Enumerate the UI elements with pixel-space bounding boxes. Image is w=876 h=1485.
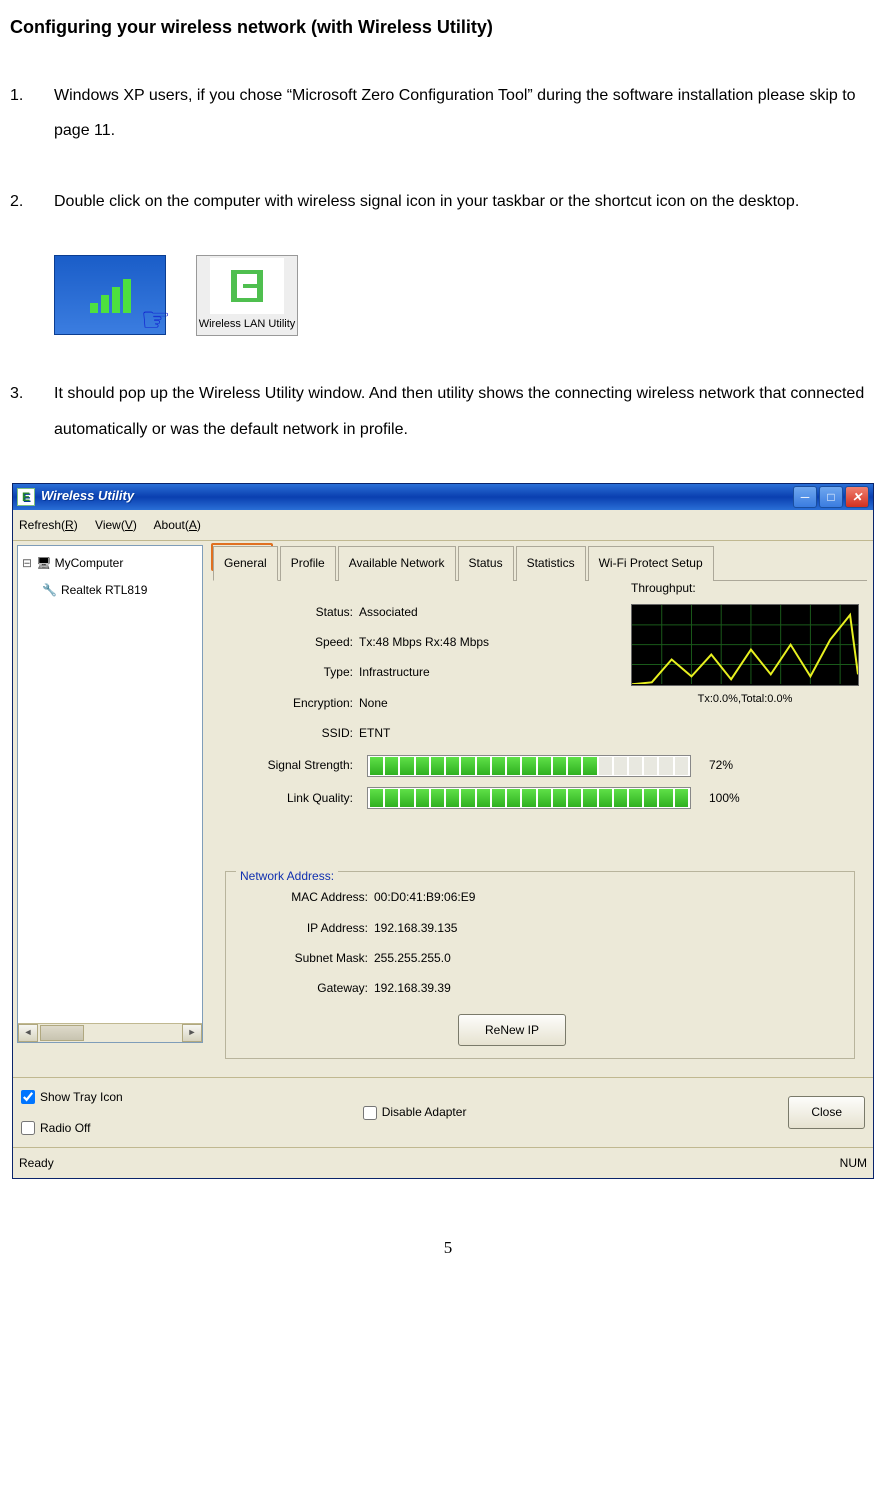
page-number: 5 <box>10 1229 876 1266</box>
speed-value: Tx:48 Mbps Rx:48 Mbps <box>359 629 489 655</box>
window-title: Wireless Utility <box>41 482 134 511</box>
show-tray-icon-checkbox[interactable]: Show Tray Icon <box>21 1084 123 1110</box>
tab-general[interactable]: General <box>213 546 278 580</box>
gateway-value: 192.168.39.39 <box>374 975 451 1001</box>
link-quality-bar <box>367 787 691 809</box>
throughput-label: Throughput: <box>631 575 859 601</box>
link-quality-pct: 100% <box>709 785 740 811</box>
step-1: 1. Windows XP users, if you chose “Micro… <box>10 78 876 148</box>
status-label: Status: <box>225 599 359 625</box>
step-text: Double click on the computer with wirele… <box>54 184 876 219</box>
link-quality-label: Link Quality: <box>225 785 359 811</box>
window-icon: E <box>17 488 35 506</box>
minimize-button[interactable]: ─ <box>793 486 817 508</box>
bottom-options: Show Tray Icon Radio Off Disable Adapter… <box>13 1077 873 1147</box>
step-text: Windows XP users, if you chose “Microsof… <box>54 78 876 148</box>
tab-statistics[interactable]: Statistics <box>516 546 586 580</box>
scroll-left-icon[interactable]: ◄ <box>18 1024 38 1042</box>
tree-scrollbar[interactable]: ◄ ► <box>18 1023 202 1042</box>
taskbar-tray-icon[interactable]: ☞ <box>54 255 166 335</box>
icons-row: ☞ Wireless LAN Utility <box>54 255 876 336</box>
tree-adapter[interactable]: 🔧 Realtek RTL819 <box>20 577 200 603</box>
close-button[interactable]: Close <box>788 1096 865 1128</box>
step-3: 3. It should pop up the Wireless Utility… <box>10 376 876 446</box>
tab-status[interactable]: Status <box>458 546 514 580</box>
general-pane: Status:Associated Speed:Tx:48 Mbps Rx:48… <box>213 587 867 1072</box>
signal-strength-pct: 72% <box>709 752 733 778</box>
throughput-footer: Tx:0.0%,Total:0.0% <box>631 687 859 711</box>
menu-view[interactable]: View(V) <box>95 518 137 532</box>
statusbar-text: Ready <box>19 1150 54 1176</box>
page-heading: Configuring your wireless network (with … <box>10 8 876 48</box>
signal-strength-label: Signal Strength: <box>225 752 359 778</box>
radio-off-checkbox[interactable]: Radio Off <box>21 1115 123 1141</box>
encryption-value: None <box>359 690 388 716</box>
step-number: 1. <box>10 78 54 148</box>
wireless-utility-window: E Wireless Utility ─ □ ✕ Refresh(R) View… <box>12 483 874 1180</box>
step-2: 2. Double click on the computer with wir… <box>10 184 876 219</box>
ip-label: IP Address: <box>238 915 374 941</box>
step-number: 3. <box>10 376 54 446</box>
step-text: It should pop up the Wireless Utility wi… <box>54 376 876 446</box>
window-titlebar[interactable]: E Wireless Utility ─ □ ✕ <box>13 484 873 510</box>
menubar: Refresh(R) View(V) About(A) <box>13 510 873 541</box>
throughput-graph <box>631 604 859 686</box>
ip-value: 192.168.39.135 <box>374 915 457 941</box>
maximize-button[interactable]: □ <box>819 486 843 508</box>
renew-ip-button[interactable]: ReNew IP <box>458 1014 566 1046</box>
mask-label: Subnet Mask: <box>238 945 374 971</box>
tab-available-network[interactable]: Available Network <box>338 546 456 580</box>
tree-root[interactable]: 🖥 MyComputer <box>20 550 200 576</box>
desktop-shortcut-icon[interactable]: Wireless LAN Utility <box>196 255 298 336</box>
scroll-right-icon[interactable]: ► <box>182 1024 202 1042</box>
status-value: Associated <box>359 599 418 625</box>
menu-refresh[interactable]: Refresh(R) <box>19 518 78 532</box>
device-tree[interactable]: 🖥 MyComputer 🔧 Realtek RTL819 ◄ ► <box>17 545 203 1043</box>
gateway-label: Gateway: <box>238 975 374 1001</box>
scroll-thumb[interactable] <box>40 1025 84 1041</box>
close-window-button[interactable]: ✕ <box>845 486 869 508</box>
network-address-group: Network Address: MAC Address:00:D0:41:B9… <box>225 871 855 1059</box>
type-label: Type: <box>225 659 359 685</box>
speed-label: Speed: <box>225 629 359 655</box>
signal-strength-bar <box>367 755 691 777</box>
disable-adapter-checkbox[interactable]: Disable Adapter <box>363 1099 467 1125</box>
throughput-panel: Throughput: Tx:0.0%,Total:0.0% <box>631 575 859 711</box>
wireless-utility-logo-icon <box>210 258 284 314</box>
tab-profile[interactable]: Profile <box>280 546 336 580</box>
statusbar: Ready NUM <box>13 1147 873 1178</box>
mac-value: 00:D0:41:B9:06:E9 <box>374 884 475 910</box>
mask-value: 255.255.255.0 <box>374 945 451 971</box>
desktop-shortcut-label: Wireless LAN Utility <box>197 316 297 335</box>
ssid-label: SSID: <box>225 720 359 746</box>
ssid-value: ETNT <box>359 720 390 746</box>
signal-icon <box>90 277 131 313</box>
network-address-legend: Network Address: <box>236 863 338 889</box>
menu-about[interactable]: About(A) <box>154 518 201 532</box>
encryption-label: Encryption: <box>225 690 359 716</box>
statusbar-num: NUM <box>840 1150 867 1176</box>
type-value: Infrastructure <box>359 659 430 685</box>
step-number: 2. <box>10 184 54 219</box>
pointer-hand-icon: ☞ <box>141 283 171 358</box>
